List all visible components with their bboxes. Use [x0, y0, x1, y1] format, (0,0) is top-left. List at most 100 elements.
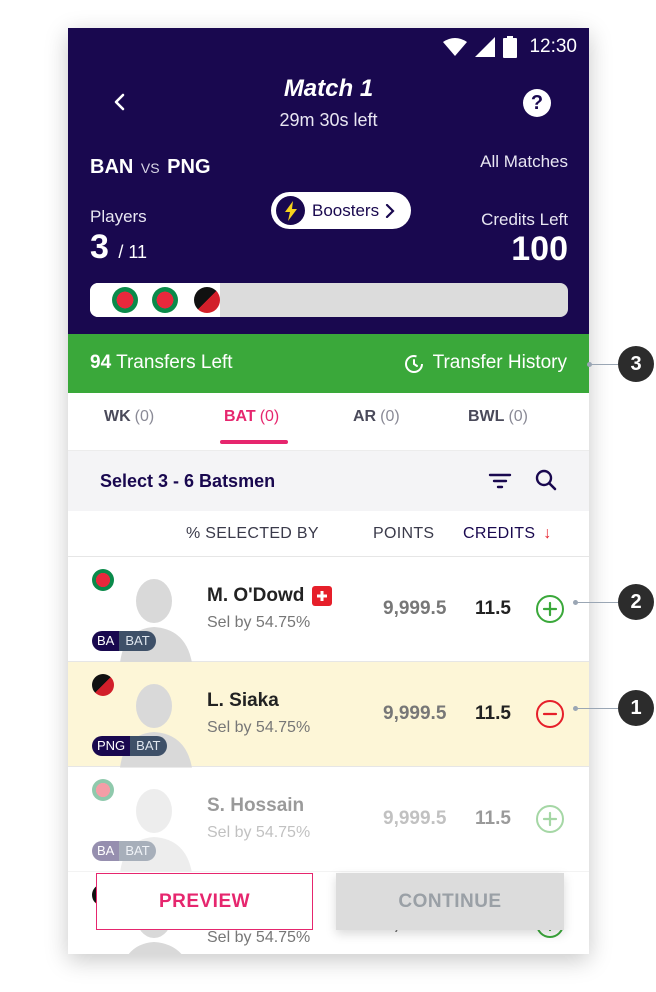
- team-code: BA: [92, 841, 120, 861]
- battery-icon: [503, 36, 518, 58]
- tab-wk-label: WK: [104, 408, 131, 425]
- callout-marker: 1: [618, 690, 654, 726]
- add-player-button[interactable]: [536, 805, 564, 833]
- transfers-left: 94 Transfers Left: [90, 352, 233, 374]
- status-time: 12:30: [529, 36, 577, 57]
- team1-name: BAN: [90, 156, 134, 178]
- player-credits: 11.5: [475, 598, 511, 619]
- match-teams: BAN VS PNG: [90, 156, 211, 179]
- tab-bat-count: (0): [259, 408, 280, 425]
- team-role-badge: BA BAT: [92, 631, 156, 651]
- help-button[interactable]: ?: [523, 89, 551, 117]
- player-name-text: L. Siaka: [207, 690, 279, 711]
- png-flag-icon: [92, 674, 114, 696]
- all-matches-link[interactable]: All Matches: [480, 152, 568, 172]
- wifi-icon: [443, 38, 468, 56]
- column-credits-label: CREDITS: [463, 525, 536, 542]
- role-tabs: WK (0) BAT (0) AR (0) BWL (0): [68, 393, 589, 451]
- player-credits: 11.5: [475, 808, 511, 829]
- player-name: M. O'Dowd: [207, 585, 333, 607]
- png-flag-icon: [194, 287, 220, 313]
- players-label: Players: [90, 207, 147, 226]
- time-left: 29m 30s left: [279, 110, 378, 130]
- boosters-label: Boosters: [312, 200, 380, 220]
- tab-ar-count: (0): [380, 408, 400, 425]
- sort-down-icon: ↓: [543, 525, 552, 542]
- tab-bat-label: BAT: [224, 408, 256, 425]
- tab-wk[interactable]: WK (0): [104, 408, 154, 426]
- role-code: BAT: [119, 631, 156, 651]
- player-points: 9,999.5: [383, 703, 447, 724]
- callout-marker: 3: [618, 346, 654, 382]
- player-selected-by: Sel by 54.75%: [207, 824, 311, 841]
- selection-title: Select 3 - 6 Batsmen: [100, 471, 276, 491]
- tab-ar[interactable]: AR (0): [353, 408, 400, 426]
- boosters-button[interactable]: Boosters: [271, 192, 411, 229]
- column-credits[interactable]: CREDITS ↓: [463, 525, 552, 543]
- column-points[interactable]: POINTS: [373, 525, 434, 543]
- tab-bwl[interactable]: BWL (0): [468, 408, 528, 426]
- signal-icon: [475, 37, 496, 57]
- player-row[interactable]: PNG BAT L. Siaka Sel by 54.75% 9,999.5 11…: [68, 662, 589, 768]
- player-points: 9,999.5: [383, 808, 447, 829]
- lightning-icon: [276, 196, 305, 225]
- tab-wk-count: (0): [134, 408, 155, 425]
- player-credits: 11.5: [475, 703, 511, 724]
- team2-name: PNG: [167, 156, 211, 178]
- player-name: L. Siaka: [207, 690, 279, 712]
- role-code: BAT: [119, 841, 156, 861]
- match-header: 12:30 Match 1 29m 30s left ? BAN VS PNG …: [68, 28, 589, 334]
- search-icon[interactable]: [534, 468, 558, 492]
- team-role-badge: PNG BAT: [92, 736, 167, 756]
- vs-label: VS: [140, 160, 160, 176]
- plus-icon: [542, 601, 558, 617]
- player-name-text: M. O'Dowd: [207, 585, 305, 606]
- bangladesh-flag-icon: [92, 569, 114, 591]
- status-bar: 12:30: [443, 36, 577, 58]
- transfer-history-button[interactable]: Transfer History: [403, 352, 567, 374]
- player-row[interactable]: BA BAT S. Hossain Sel by 54.75% 9,999.5 1…: [68, 767, 589, 873]
- callout-line: [576, 602, 618, 603]
- bangladesh-flag-icon: [152, 287, 178, 313]
- history-icon: [404, 355, 423, 373]
- team-code: BA: [92, 631, 120, 651]
- team-selection-progress: [90, 283, 568, 317]
- tab-ar-label: AR: [353, 408, 377, 425]
- transfers-label: Transfers Left: [116, 352, 233, 373]
- bangladesh-flag-icon: [92, 779, 114, 801]
- player-row[interactable]: BA BAT M. O'Dowd Sel by 54.75% 9,999.5 11…: [68, 557, 589, 663]
- column-headers: % SELECTED BY POINTS CREDITS ↓: [68, 511, 589, 557]
- team-role-badge: BA BAT: [92, 841, 156, 861]
- filter-icon[interactable]: [488, 470, 512, 492]
- preview-button[interactable]: PREVIEW: [96, 873, 313, 930]
- active-tab-indicator: [220, 440, 288, 444]
- player-selected-by: Sel by 54.75%: [207, 929, 311, 946]
- continue-button[interactable]: CONTINUE: [336, 873, 564, 930]
- transfers-bar: 94 Transfers Left Transfer History: [68, 334, 589, 393]
- callout-line: [590, 364, 618, 365]
- players-count: 3 / 11: [90, 228, 147, 267]
- selection-header: Select 3 - 6 Batsmen: [68, 451, 589, 511]
- tab-bat[interactable]: BAT (0): [224, 408, 279, 426]
- player-selected-by: Sel by 54.75%: [207, 719, 311, 736]
- minus-icon: [542, 712, 558, 716]
- player-selected-by: Sel by 54.75%: [207, 614, 311, 631]
- tab-bwl-count: (0): [508, 408, 528, 425]
- credits-value: 100: [511, 230, 568, 268]
- callout-marker: 2: [618, 584, 654, 620]
- transfers-count: 94: [90, 352, 112, 373]
- column-selected-by[interactable]: % SELECTED BY: [186, 525, 319, 543]
- credits-label: Credits Left: [481, 210, 568, 229]
- remove-player-button[interactable]: [536, 700, 564, 728]
- bangladesh-flag-icon: [112, 287, 138, 313]
- tab-bwl-label: BWL: [468, 408, 505, 425]
- callout-line: [576, 708, 618, 709]
- question-icon: ?: [530, 92, 544, 114]
- player-name: S. Hossain: [207, 795, 304, 817]
- players-total: / 11: [118, 242, 148, 262]
- player-name-text: S. Hossain: [207, 795, 305, 816]
- player-points: 9,999.5: [383, 598, 447, 619]
- add-player-button[interactable]: [536, 595, 564, 623]
- chevron-right-icon: [385, 203, 395, 218]
- injury-cross-icon: [312, 586, 333, 606]
